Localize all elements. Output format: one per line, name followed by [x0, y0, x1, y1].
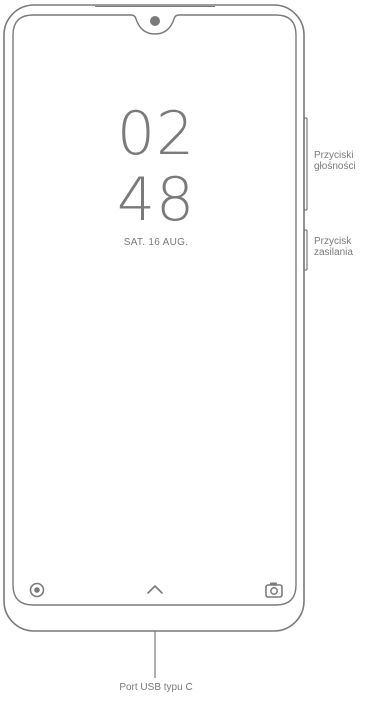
power-button-label: Przycisk zasilania [314, 236, 353, 258]
usb-port-label: Port USB typu C [119, 682, 193, 693]
clock-hour: 02 [116, 99, 196, 169]
chevron-up-icon[interactable] [147, 585, 163, 594]
front-camera-icon [150, 16, 160, 26]
record-icon[interactable] [29, 582, 45, 598]
clock-minute: 48 [116, 165, 196, 235]
date-label: SAT. 16 AUG. [123, 237, 189, 248]
volume-buttons-label: Przyciski głośności [314, 150, 356, 172]
power-button [303, 229, 308, 271]
camera-icon[interactable] [265, 582, 283, 598]
volume-buttons [303, 117, 308, 211]
